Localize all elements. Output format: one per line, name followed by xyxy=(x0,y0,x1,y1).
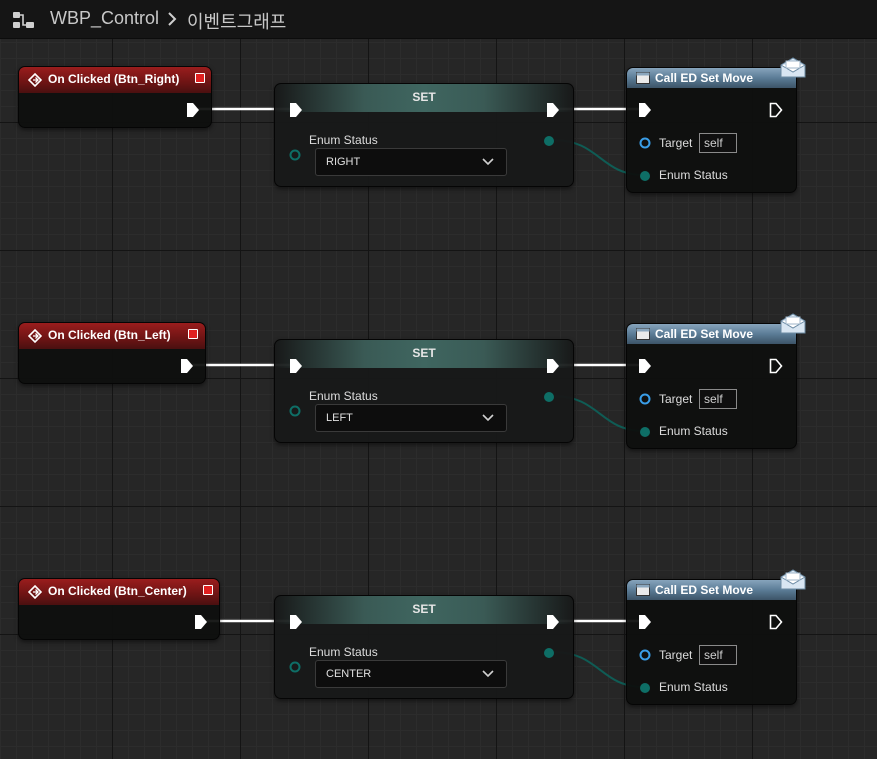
enum-in-pin-icon[interactable] xyxy=(289,149,301,161)
enum-status-value: RIGHT xyxy=(326,156,361,168)
blueprint-name[interactable]: WBP_Control xyxy=(50,8,159,29)
exec-out-pin-icon[interactable] xyxy=(546,102,560,118)
message-envelope-icon xyxy=(780,569,806,590)
function-icon xyxy=(636,72,650,84)
delegate-pin-icon[interactable] xyxy=(188,329,198,339)
exec-out-pin-icon[interactable] xyxy=(186,102,200,118)
target-label: Target xyxy=(659,392,693,406)
enum-status-dropdown[interactable]: RIGHT xyxy=(315,148,507,176)
enum-in-pin-icon[interactable] xyxy=(289,661,301,673)
target-pin-icon[interactable] xyxy=(639,137,651,149)
event-node-btn-right[interactable]: On Clicked (Btn_Right) xyxy=(18,66,212,128)
set-node-header: SET xyxy=(275,596,573,624)
enum-status-label: Enum Status xyxy=(659,680,728,694)
call-node-header: Call ED Set Move xyxy=(627,324,796,344)
blueprint-graph-icon xyxy=(13,12,34,28)
set-node-header: SET xyxy=(275,340,573,368)
event-icon xyxy=(28,585,42,599)
enum-status-label: Enum Status xyxy=(659,424,728,438)
call-node-title: Call ED Set Move xyxy=(655,583,754,597)
call-node-title: Call ED Set Move xyxy=(655,71,754,85)
message-envelope-icon xyxy=(780,57,806,78)
call-node-header: Call ED Set Move xyxy=(627,68,796,88)
target-self-field[interactable]: self xyxy=(699,645,737,665)
target-label: Target xyxy=(659,136,693,150)
enum-out-pin-icon[interactable] xyxy=(543,391,555,403)
enum-in-pin-icon[interactable] xyxy=(639,682,651,694)
target-self-field[interactable]: self xyxy=(699,389,737,409)
target-label: Target xyxy=(659,648,693,662)
enum-out-pin-icon[interactable] xyxy=(543,647,555,659)
event-node-btn-center[interactable]: On Clicked (Btn_Center) xyxy=(18,578,220,640)
exec-out-pin-icon[interactable] xyxy=(769,358,783,374)
exec-out-pin-icon[interactable] xyxy=(546,358,560,374)
set-node-right[interactable]: SET Enum Status RIGHT xyxy=(274,83,574,187)
target-self-value: self xyxy=(704,136,723,150)
target-pin-icon[interactable] xyxy=(639,393,651,405)
event-node-title: On Clicked (Btn_Center) xyxy=(48,584,187,598)
enum-in-pin-icon[interactable] xyxy=(289,405,301,417)
event-node-title: On Clicked (Btn_Right) xyxy=(48,72,180,86)
enum-in-pin-icon[interactable] xyxy=(639,426,651,438)
event-icon xyxy=(28,329,42,343)
delegate-pin-icon[interactable] xyxy=(203,585,213,595)
event-icon xyxy=(28,73,42,87)
call-node-header: Call ED Set Move xyxy=(627,580,796,600)
event-node-btn-left[interactable]: On Clicked (Btn_Left) xyxy=(18,322,206,384)
exec-out-pin-icon[interactable] xyxy=(194,614,208,630)
exec-out-pin-icon[interactable] xyxy=(546,614,560,630)
delegate-pin-icon[interactable] xyxy=(195,73,205,83)
call-node-ed-set-move-2[interactable]: Call ED Set Move Target self Enum Status xyxy=(626,323,797,449)
exec-out-pin-icon[interactable] xyxy=(769,614,783,630)
enum-status-value: CENTER xyxy=(326,668,372,680)
target-self-value: self xyxy=(704,648,723,662)
enum-in-pin-icon[interactable] xyxy=(639,170,651,182)
set-node-center[interactable]: SET Enum Status CENTER xyxy=(274,595,574,699)
enum-status-dropdown[interactable]: LEFT xyxy=(315,404,507,432)
set-node-title: SET xyxy=(412,90,436,104)
set-variable-label: Enum Status xyxy=(309,389,378,403)
call-node-ed-set-move-3[interactable]: Call ED Set Move Target self Enum Status xyxy=(626,579,797,705)
set-node-title: SET xyxy=(412,346,436,360)
event-node-header: On Clicked (Btn_Center) xyxy=(19,579,219,605)
exec-out-pin-icon[interactable] xyxy=(769,102,783,118)
graph-breadcrumb-bar: WBP_Control 이벤트그래프 xyxy=(0,0,877,39)
target-self-value: self xyxy=(704,392,723,406)
exec-in-pin-icon[interactable] xyxy=(289,102,303,118)
graph-name[interactable]: 이벤트그래프 xyxy=(187,8,286,34)
set-node-header: SET xyxy=(275,84,573,112)
exec-in-pin-icon[interactable] xyxy=(289,358,303,374)
exec-out-pin-icon[interactable] xyxy=(180,358,194,374)
target-self-field[interactable]: self xyxy=(699,133,737,153)
exec-in-pin-icon[interactable] xyxy=(638,358,652,374)
call-node-ed-set-move-1[interactable]: Call ED Set Move Target self Enum Status xyxy=(626,67,797,193)
exec-in-pin-icon[interactable] xyxy=(289,614,303,630)
event-node-header: On Clicked (Btn_Left) xyxy=(19,323,205,349)
chevron-down-icon xyxy=(482,158,494,166)
function-icon xyxy=(636,328,650,340)
message-envelope-icon xyxy=(780,313,806,334)
function-icon xyxy=(636,584,650,596)
enum-status-value: LEFT xyxy=(326,412,353,424)
call-node-title: Call ED Set Move xyxy=(655,327,754,341)
enum-status-label: Enum Status xyxy=(659,168,728,182)
chevron-down-icon xyxy=(482,670,494,678)
exec-in-pin-icon[interactable] xyxy=(638,102,652,118)
enum-out-pin-icon[interactable] xyxy=(543,135,555,147)
event-node-header: On Clicked (Btn_Right) xyxy=(19,67,211,93)
exec-in-pin-icon[interactable] xyxy=(638,614,652,630)
set-node-left[interactable]: SET Enum Status LEFT xyxy=(274,339,574,443)
event-node-title: On Clicked (Btn_Left) xyxy=(48,328,171,342)
set-node-title: SET xyxy=(412,602,436,616)
set-variable-label: Enum Status xyxy=(309,645,378,659)
chevron-down-icon xyxy=(482,414,494,422)
chevron-right-icon xyxy=(168,12,177,26)
set-variable-label: Enum Status xyxy=(309,133,378,147)
target-pin-icon[interactable] xyxy=(639,649,651,661)
enum-status-dropdown[interactable]: CENTER xyxy=(315,660,507,688)
